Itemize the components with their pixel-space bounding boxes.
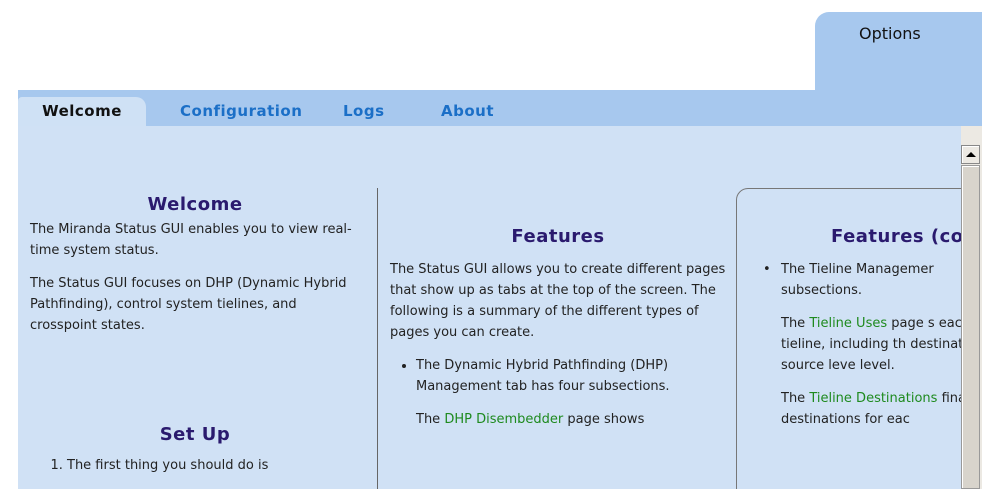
- tieline-destinations-prefix: The: [781, 391, 810, 406]
- tieline-destinations-text: The Tieline Destinations final destinati…: [781, 388, 961, 430]
- welcome-column: Welcome The Miranda Status GUI enables y…: [30, 194, 360, 348]
- dhp-disembedder-text: The DHP Disembedder page shows: [416, 409, 726, 430]
- setup-section: Set Up The first thing you should do is: [30, 424, 360, 476]
- setup-heading: Set Up: [159, 424, 231, 445]
- tieline-bullet-text: The Tieline Managemer subsections.: [781, 262, 934, 298]
- options-tab[interactable]: Options: [815, 12, 982, 96]
- welcome-dhp-text: The Status GUI focuses on DHP (Dynamic H…: [30, 276, 347, 333]
- features-column: Features The Status GUI allows you to cr…: [390, 226, 726, 442]
- tieline-uses-prefix: The: [781, 316, 810, 331]
- dhp-disembedder-suffix: page shows: [563, 412, 645, 427]
- dhp-disembedder-link[interactable]: DHP Disembedder: [444, 412, 563, 427]
- tab-bar: Welcome Configuration Logs About: [18, 90, 982, 126]
- tieline-uses-text: The Tieline Uses page s each tieline, in…: [781, 313, 961, 376]
- options-tab-label: Options: [859, 24, 921, 43]
- features-intro-text: The Status GUI allows you to create diff…: [390, 262, 726, 340]
- dhp-disembedder-prefix: The: [416, 412, 445, 427]
- features-continued-panel: Features (co • The Tieline Managemer sub…: [736, 188, 961, 489]
- features-heading: Features: [511, 226, 605, 247]
- features-bullet-dhp: The Dynamic Hybrid Pathfinding (DHP) Man…: [416, 355, 726, 430]
- features-list: The Dynamic Hybrid Pathfinding (DHP) Man…: [390, 355, 726, 430]
- tieline-bullet: • The Tieline Managemer subsections. The…: [763, 259, 961, 430]
- tieline-destinations-link[interactable]: Tieline Destinations: [809, 391, 937, 406]
- scroll-up-arrow-icon[interactable]: [961, 145, 980, 164]
- setup-steps-list: The first thing you should do is: [30, 455, 360, 476]
- tab-welcome[interactable]: Welcome: [18, 97, 146, 126]
- setup-step-1: The first thing you should do is: [67, 455, 360, 476]
- features-continued-list: • The Tieline Managemer subsections. The…: [763, 259, 961, 430]
- bullet-dot-icon: •: [763, 262, 771, 277]
- tab-about[interactable]: About: [441, 97, 494, 126]
- features-continued-heading: Features (co: [831, 226, 961, 247]
- welcome-intro-text: The Miranda Status GUI enables you to vi…: [30, 222, 352, 258]
- welcome-heading: Welcome: [147, 194, 243, 215]
- welcome-page-content: Welcome The Miranda Status GUI enables y…: [18, 126, 961, 489]
- vertical-scrollbar[interactable]: [961, 126, 982, 489]
- tieline-uses-link[interactable]: Tieline Uses: [809, 316, 887, 331]
- scrollbar-thumb[interactable]: [961, 165, 980, 489]
- column-divider: [377, 188, 378, 489]
- tab-logs[interactable]: Logs: [343, 97, 385, 126]
- features-bullet-dhp-text: The Dynamic Hybrid Pathfinding (DHP) Man…: [416, 358, 670, 394]
- features-continued-column: Features (co • The Tieline Managemer sub…: [763, 226, 961, 442]
- tab-configuration[interactable]: Configuration: [180, 97, 302, 126]
